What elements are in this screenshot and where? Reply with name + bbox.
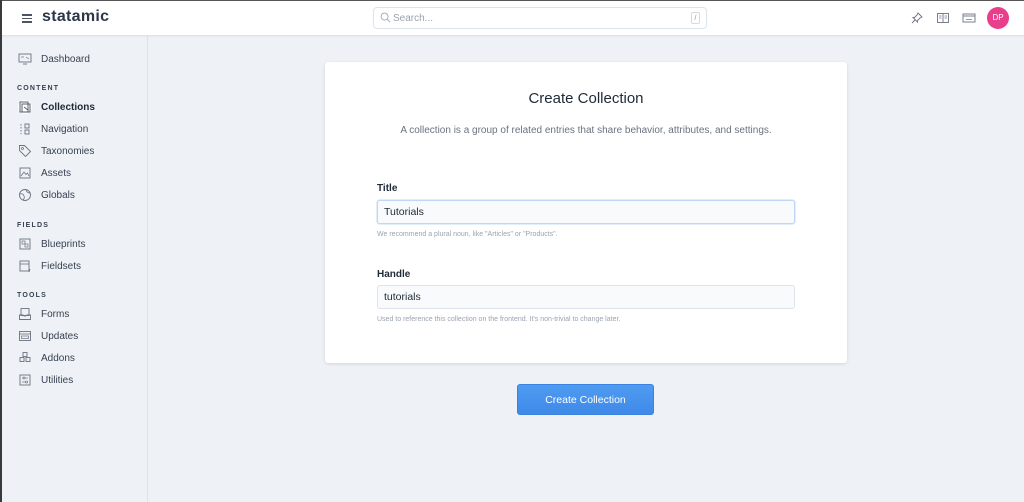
create-collection-button[interactable]: Create Collection [517,384,654,415]
sidebar-item-assets[interactable]: Assets [18,164,71,182]
sidebar-item-addons[interactable]: Addons [18,349,75,367]
sidebar-item-label: Blueprints [41,238,86,250]
addons-icon [18,351,32,365]
global-search[interactable]: / [373,7,707,29]
blueprint-icon [18,237,32,251]
title-field-label: Title [377,183,398,194]
top-border [0,0,1024,1]
sidebar: Dashboard CONTENT Collections Navigation… [0,36,148,502]
sidebar-item-label: Utilities [41,374,74,386]
create-collection-card: Create Collection A collection is a grou… [325,62,847,363]
handle-field-label: Handle [377,269,411,280]
site-icon[interactable] [962,11,976,25]
title-field[interactable] [377,200,795,224]
pin-icon[interactable] [910,11,924,25]
sidebar-item-label: Collections [41,101,95,113]
sidebar-item-fieldsets[interactable]: Fieldsets [18,257,81,275]
sidebar-item-label: Taxonomies [41,145,95,157]
handle-field-help: Used to reference this collection on the… [377,316,621,323]
sidebar-item-utilities[interactable]: Utilities [18,371,73,389]
image-icon [18,166,32,180]
sidebar-item-dashboard[interactable]: Dashboard [18,50,90,68]
sidebar-item-forms[interactable]: Forms [18,305,69,323]
updates-icon [18,329,32,343]
section-title-fields: FIELDS [17,222,50,229]
section-title-tools: TOOLS [17,292,47,299]
sidebar-item-globals[interactable]: Globals [18,186,75,204]
navigation-icon [18,122,32,136]
sidebar-item-collections[interactable]: Collections [18,98,95,116]
top-bar: statamic / DP [0,0,1024,36]
sidebar-item-label: Navigation [41,123,89,135]
section-title-content: CONTENT [17,85,60,92]
book-icon[interactable] [936,11,950,25]
form-icon [18,307,32,321]
menu-toggle-icon[interactable] [22,14,32,23]
user-avatar[interactable]: DP [987,7,1009,29]
app-logo[interactable]: statamic [42,8,109,26]
sidebar-item-label: Updates [41,330,79,342]
sidebar-item-blueprints[interactable]: Blueprints [18,235,85,253]
sidebar-item-updates[interactable]: Updates [18,327,78,345]
sidebar-item-label: Assets [41,167,72,179]
fieldset-icon [18,259,32,273]
sidebar-item-label: Fieldsets [41,260,82,272]
search-shortcut-badge: / [691,12,700,24]
handle-field[interactable] [377,285,795,309]
utilities-icon [18,373,32,387]
title-field-help: We recommend a plural noun, like "Articl… [377,231,558,238]
globe-icon [18,188,32,202]
collections-icon [18,100,32,114]
sidebar-item-label: Forms [41,308,70,320]
window-edge [0,0,2,502]
search-icon [380,12,391,23]
page-description: A collection is a group of related entri… [400,125,772,136]
sidebar-item-label: Dashboard [41,53,90,65]
page-title: Create Collection [528,90,644,107]
dashboard-icon [18,52,32,66]
search-input[interactable] [393,10,673,27]
sidebar-item-label: Globals [41,189,75,201]
sidebar-item-label: Addons [41,352,75,364]
sidebar-item-navigation[interactable]: Navigation [18,120,88,138]
tag-icon [18,144,32,158]
sidebar-item-taxonomies[interactable]: Taxonomies [18,142,94,160]
